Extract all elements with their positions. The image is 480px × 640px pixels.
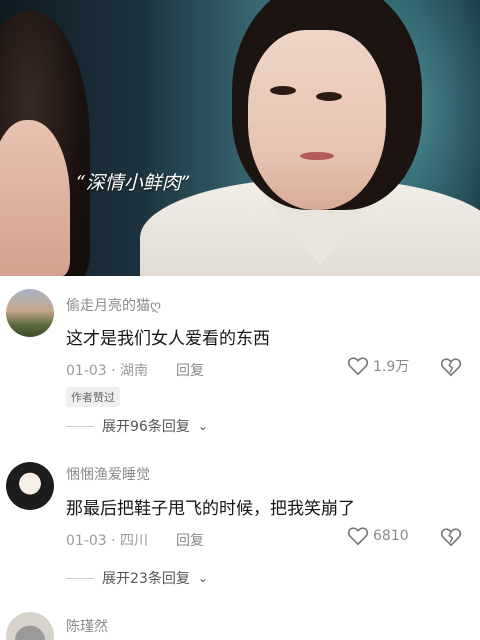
heart-outline-icon — [347, 357, 369, 376]
actor-mouth — [300, 152, 334, 160]
comment-text: 那最后把鞋子甩飞的时候，把我笑崩了 — [66, 499, 355, 519]
like-count: 6810 — [373, 528, 409, 544]
actor-right-eye — [316, 92, 342, 101]
comment-username[interactable]: 陈瑾然 — [66, 616, 108, 636]
comment-item: 陈瑾然 — [0, 606, 480, 640]
expand-replies-button[interactable]: 展开23条回复 ⌄ — [66, 568, 208, 588]
expand-replies-label: 展开96条回复 — [102, 419, 190, 435]
comment-list: 偷走月亮的猫ღ 这才是我们女人爱看的东西 01-03 · 湖南 回复 1.9万 … — [0, 276, 480, 640]
broken-heart-icon[interactable] — [440, 357, 462, 377]
comment-date-location: 01-03 · 湖南 — [66, 363, 149, 379]
chevron-down-icon: ⌄ — [197, 419, 208, 433]
comment-item: 悃悃渔爱睡觉 那最后把鞋子甩飞的时候，把我笑崩了 01-03 · 四川 回复 6… — [0, 452, 480, 612]
video-frame[interactable]: “深情小鲜肉” — [0, 0, 480, 276]
heart-outline-icon — [347, 527, 369, 546]
reply-button[interactable]: 回复 — [176, 360, 204, 380]
chevron-down-icon: ⌄ — [197, 571, 208, 585]
avatar[interactable] — [6, 612, 54, 640]
author-liked-badge: 作者赞过 — [66, 387, 120, 407]
video-caption: “深情小鲜肉” — [76, 172, 191, 194]
like-button[interactable]: 1.9万 — [347, 356, 409, 376]
broken-heart-icon[interactable] — [440, 527, 462, 547]
divider-line — [66, 425, 94, 427]
actor-left-eye — [270, 86, 296, 95]
comment-text: 这才是我们女人爱看的东西 — [66, 329, 270, 349]
expand-replies-label: 展开23条回复 — [102, 571, 190, 587]
like-button[interactable]: 6810 — [347, 526, 409, 546]
divider-line — [66, 577, 94, 579]
comment-username[interactable]: 悃悃渔爱睡觉 — [66, 464, 150, 484]
like-count: 1.9万 — [373, 359, 410, 375]
avatar[interactable] — [6, 289, 54, 337]
avatar[interactable] — [6, 462, 54, 510]
reply-button[interactable]: 回复 — [176, 530, 204, 550]
comment-date-location: 01-03 · 四川 — [66, 533, 149, 549]
expand-replies-button[interactable]: 展开96条回复 ⌄ — [66, 416, 208, 436]
comment-item: 偷走月亮的猫ღ 这才是我们女人爱看的东西 01-03 · 湖南 回复 1.9万 … — [0, 276, 480, 446]
comment-username[interactable]: 偷走月亮的猫ღ — [66, 295, 161, 315]
actor-face — [248, 30, 386, 210]
